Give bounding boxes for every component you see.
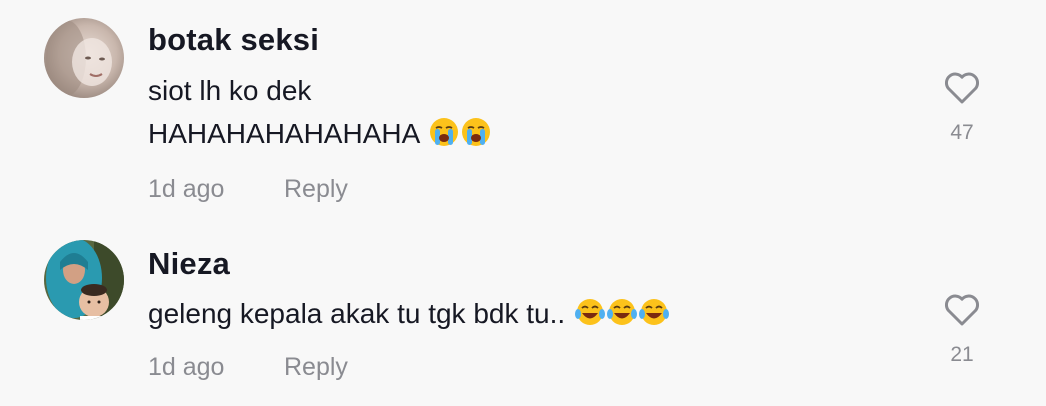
comment-username[interactable]: Nieza [148,246,230,282]
comment-item: Nieza geleng kepala akak tu tgk bdk tu.. [0,220,1046,406]
comment-text: HAHAHAHAHAHAHA [148,118,419,149]
comment-text-line: siot lh ko dek [148,75,312,106]
reply-button[interactable]: Reply [284,175,348,204]
comment-item: botak seksi siot lh ko dek HAHAHAHAHAHAH… [0,0,1046,220]
comment-timestamp: 1d ago [148,175,225,203]
comment-text-line: HAHAHAHAHAHAHA [148,117,491,154]
face-with-tears-of-joy-icon [574,297,605,334]
heart-icon [944,72,980,104]
avatar-image [44,240,124,320]
like-count: 47 [950,121,974,144]
reply-button[interactable]: Reply [284,353,348,382]
loudly-crying-face-icon [429,117,459,154]
like-count: 21 [950,343,974,366]
like-button[interactable] [943,293,981,327]
heart-icon [944,294,980,326]
face-with-tears-of-joy-icon [606,297,637,334]
like-button[interactable] [943,71,981,105]
comment-text: geleng kepala akak tu tgk bdk tu.. [148,298,566,329]
avatar-image [44,18,124,98]
avatar[interactable] [44,240,124,320]
loudly-crying-face-icon [461,117,491,154]
face-with-tears-of-joy-icon [638,297,669,334]
comment-username[interactable]: botak seksi [148,22,319,58]
comment-timestamp: 1d ago [148,353,225,381]
comment-text-line: geleng kepala akak tu tgk bdk tu.. [148,297,669,334]
avatar[interactable] [44,18,124,98]
